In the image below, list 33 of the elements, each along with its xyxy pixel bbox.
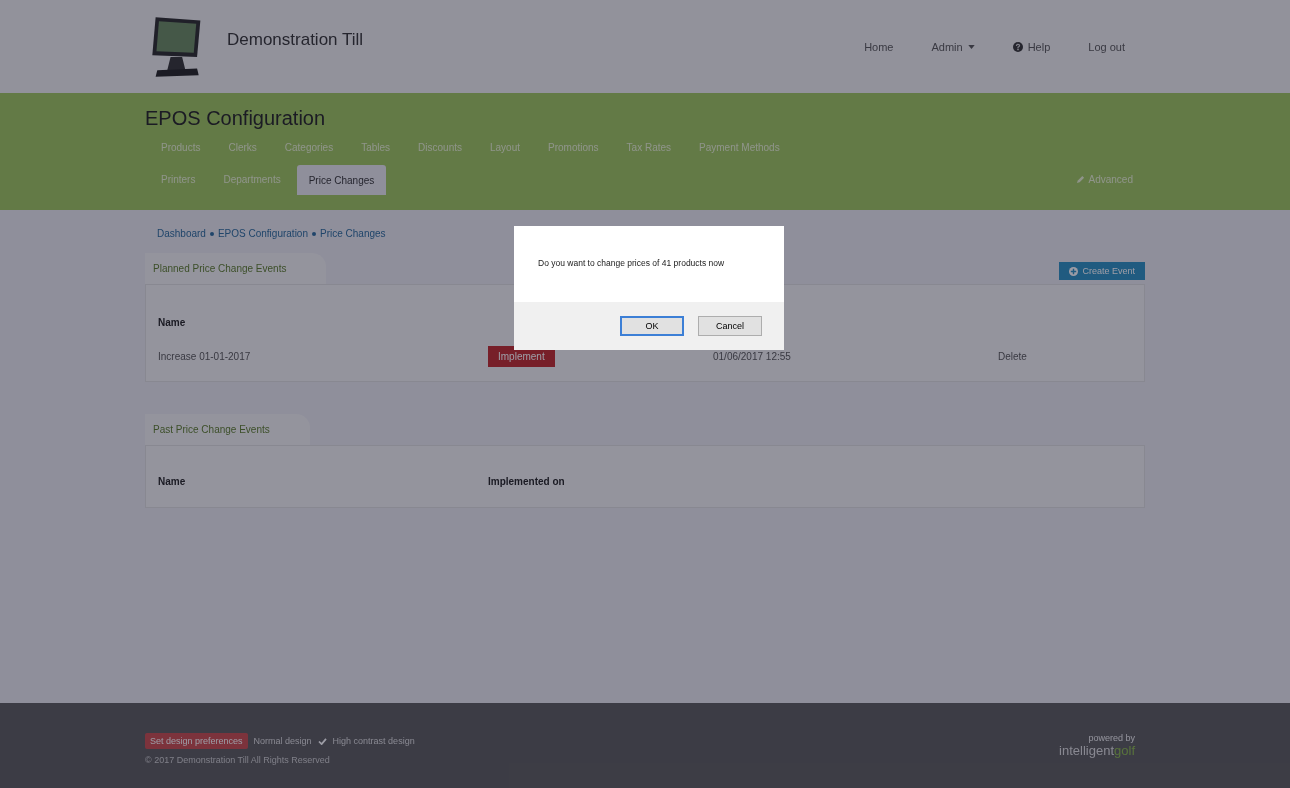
- page-heading: EPOS Configuration: [145, 106, 327, 131]
- breadcrumb-separator-icon: [312, 231, 316, 236]
- caret-icon: [967, 44, 975, 49]
- dialog-button[interactable]: Cancel: [698, 316, 762, 336]
- table-cell-text: Increase 01-01-2017: [158, 351, 252, 362]
- app-title: Demonstration Till: [227, 30, 364, 50]
- plus-circle-icon: [1069, 266, 1079, 276]
- column-header: Implemented on: [488, 476, 566, 487]
- panel-title: Planned Price Change Events: [145, 253, 327, 284]
- nav-link[interactable]: Home: [864, 40, 894, 53]
- brand-logo: intelligentgolf: [1059, 743, 1135, 758]
- delete-link[interactable]: Delete: [998, 351, 1027, 362]
- column-header: Name: [158, 476, 187, 487]
- pencil-icon: [1075, 174, 1085, 184]
- breadcrumb-separator-icon: [209, 231, 214, 236]
- powered-by-text: powered by: [1088, 733, 1135, 743]
- help-icon: [1012, 41, 1023, 52]
- table-cell-text: 01/06/2017 12:55: [713, 351, 792, 362]
- admin-menu[interactable]: Admin: [931, 40, 975, 53]
- dialog-button[interactable]: OK: [620, 316, 684, 336]
- nav-link[interactable]: Log out: [1088, 40, 1125, 53]
- help-link[interactable]: Help: [1012, 40, 1051, 53]
- design-option[interactable]: Normal design: [253, 736, 312, 746]
- breadcrumb-link[interactable]: EPOS Configuration: [217, 228, 308, 239]
- dialog-message: Do you want to change prices of 41 products now: [537, 257, 726, 270]
- design-option[interactable]: High contrast design: [332, 736, 415, 746]
- config-tab[interactable]: Price Changes: [296, 165, 387, 195]
- panel-title: Past Price Change Events: [145, 414, 310, 445]
- breadcrumb-link[interactable]: Price Changes: [320, 228, 386, 239]
- column-header: Name: [158, 317, 187, 328]
- create-event-button[interactable]: Create Event: [1059, 262, 1145, 280]
- breadcrumb-link[interactable]: Dashboard: [157, 228, 206, 239]
- design-preferences-badge: Set design preferences: [145, 733, 248, 749]
